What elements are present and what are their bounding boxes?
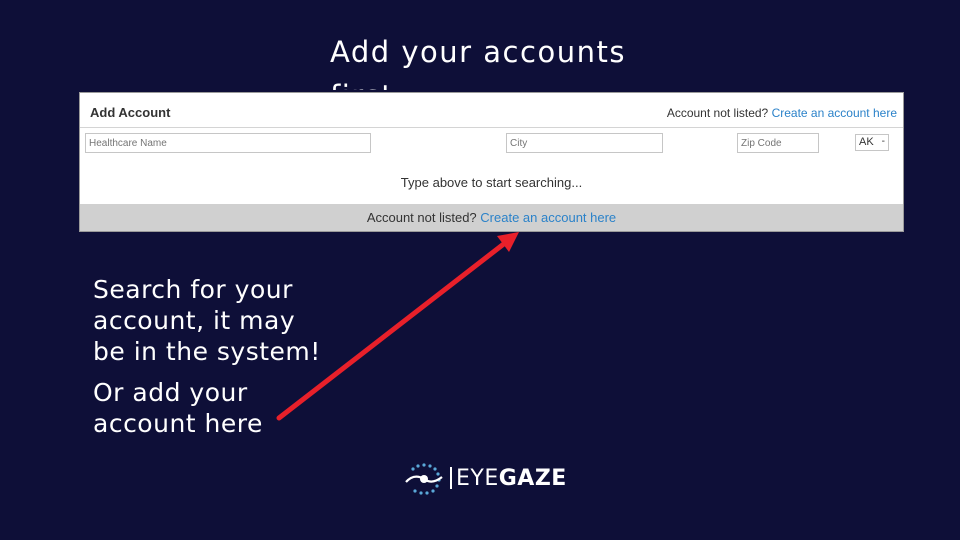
state-value: AK: [859, 136, 874, 148]
slide-title: Add your accounts first: [330, 35, 626, 90]
state-select[interactable]: AK -: [855, 134, 889, 151]
header-prompt: Account not listed?: [666, 106, 769, 120]
logo-separator: [450, 467, 452, 489]
logo-word-bold: GAZE: [498, 466, 567, 491]
eye-logo-icon: [405, 463, 443, 495]
chevron-down-icon: -: [881, 136, 885, 147]
create-account-link-footer[interactable]: Create an account here: [480, 210, 616, 225]
eyegaze-logo: EYEGAZE: [404, 461, 567, 497]
search-hint: Type above to start searching...: [400, 175, 583, 190]
header-link-wrap: Account not listed? Create an account he…: [667, 106, 897, 120]
caption-add: Or add your account here: [93, 378, 263, 438]
logo-word-regular: EYE: [456, 466, 499, 491]
footer-bar: Account not listed? Create an account he…: [80, 204, 903, 231]
header-divider: [80, 127, 903, 128]
create-account-link-header[interactable]: Create an account here: [772, 106, 897, 120]
zip-code-input[interactable]: [737, 133, 819, 153]
panel-header: Add Account Account not listed? Create a…: [80, 93, 903, 127]
caption-search: Search for your account, it may be in th…: [93, 275, 321, 366]
city-input[interactable]: [506, 133, 663, 153]
add-account-panel: Add Account Account not listed? Create a…: [79, 92, 904, 232]
panel-title: Add Account: [90, 105, 171, 120]
healthcare-name-input[interactable]: [85, 133, 371, 153]
logo-wordmark: EYEGAZE: [456, 466, 567, 491]
footer-prompt: Account not listed?: [366, 210, 477, 225]
